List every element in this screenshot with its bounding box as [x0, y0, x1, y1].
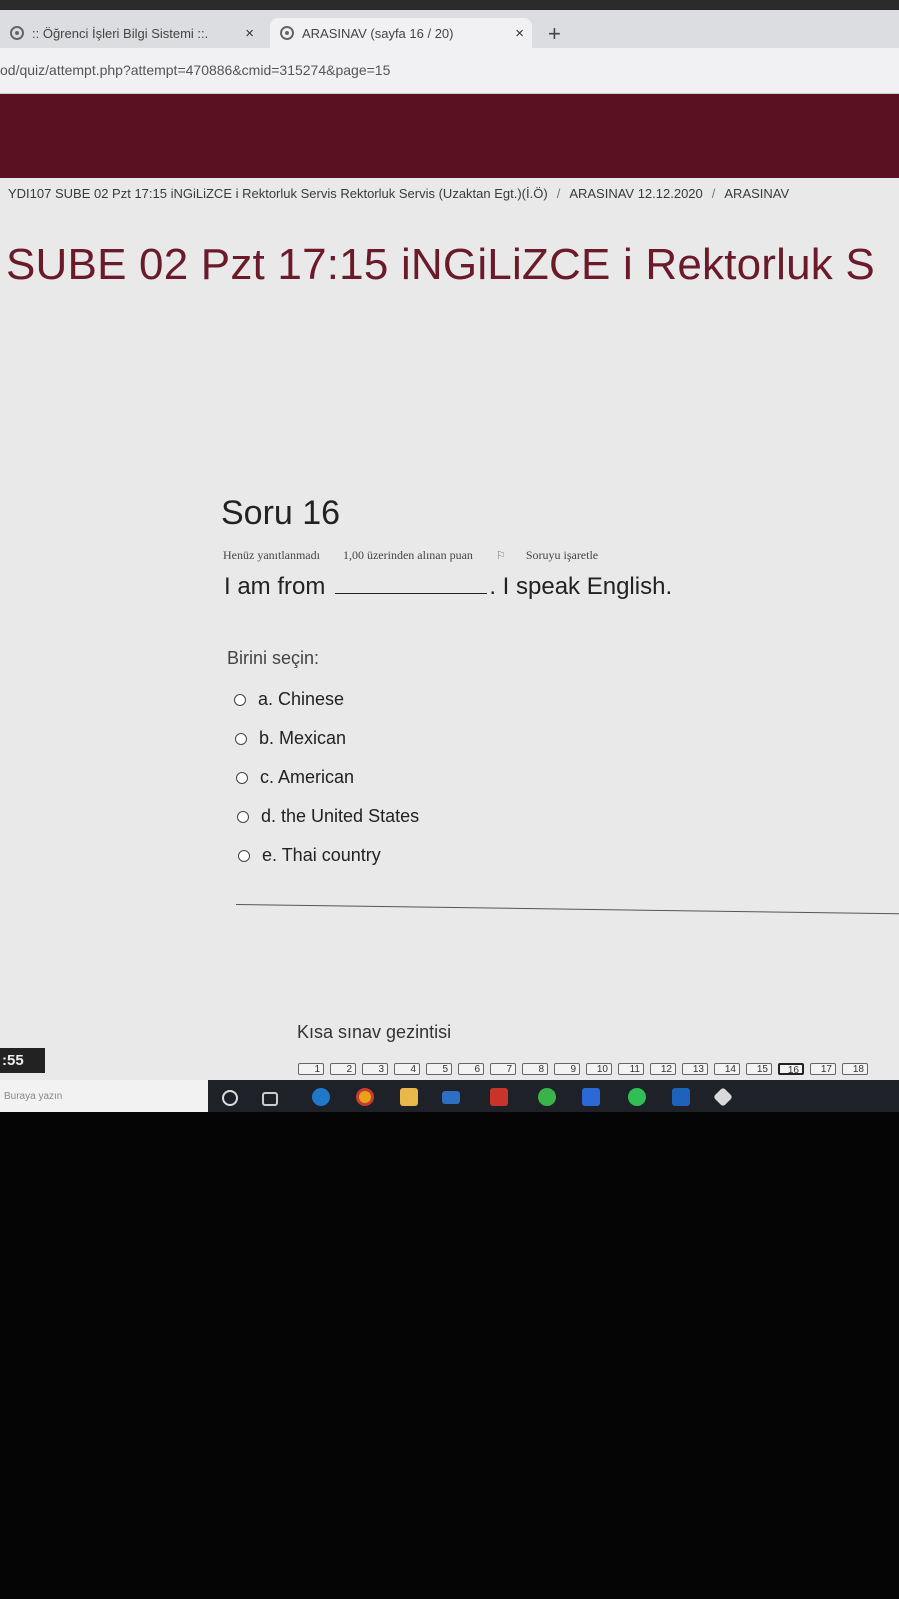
nav-page-12[interactable]: 12: [650, 1063, 676, 1075]
radio-button[interactable]: [237, 810, 249, 823]
option-label: b. Mexican: [259, 728, 347, 748]
breadcrumb-separator: /: [711, 186, 716, 201]
question-number: Soru 16: [221, 494, 341, 532]
option-d[interactable]: d. the United States: [237, 797, 419, 836]
tab-title: ARASINAV (sayfa 16 / 20): [302, 25, 454, 41]
option-label: d. the United States: [261, 806, 420, 826]
nav-page-14[interactable]: 14: [714, 1063, 740, 1075]
close-icon[interactable]: ×: [245, 25, 254, 42]
nav-page-1[interactable]: 1: [298, 1063, 324, 1075]
radio-button[interactable]: [235, 732, 247, 745]
nav-page-2[interactable]: 2: [330, 1063, 356, 1075]
close-icon[interactable]: ×: [515, 25, 524, 42]
spotify-icon[interactable]: [628, 1088, 646, 1106]
moodle-favicon-icon: [280, 26, 294, 40]
edge-icon[interactable]: [312, 1088, 330, 1106]
new-tab-button[interactable]: +: [548, 23, 561, 45]
address-bar[interactable]: od/quiz/attempt.php?attempt=470886&cmid=…: [0, 48, 899, 94]
tab-obs[interactable]: :: Öğrenci İşleri Bilgi Sistemi ::. ×: [0, 18, 262, 48]
nav-page-11[interactable]: 11: [618, 1063, 644, 1075]
flag-label: Soruyu işaretle: [525, 548, 599, 562]
page-title: SUBE 02 Pzt 17:15 iNGiLiZCE i Rektorluk …: [6, 240, 875, 289]
breadcrumb-separator: /: [556, 186, 561, 201]
office-icon[interactable]: [490, 1088, 508, 1106]
question-grade: 1,00 üzerinden alınan puan: [342, 548, 473, 562]
breadcrumb-exam[interactable]: ARASINAV 12.12.2020: [569, 186, 702, 201]
nav-page-15[interactable]: 15: [746, 1063, 772, 1075]
option-c[interactable]: c. American: [236, 758, 419, 797]
divider: [235, 904, 899, 915]
file-explorer-icon[interactable]: [400, 1088, 418, 1106]
choose-prompt: Birini seçin:: [227, 648, 320, 668]
answer-options: a. Chinese b. Mexican c. American d. the…: [234, 680, 419, 875]
question-info: Henüz yanıtlanmadı 1,00 üzerinden alınan…: [223, 548, 638, 563]
breadcrumb-quiz[interactable]: ARASINAV: [724, 186, 789, 201]
question-text: I am from . I speak English.: [224, 573, 672, 601]
windows-taskbar: Buraya yazın: [0, 1080, 899, 1112]
nav-page-16[interactable]: 16: [778, 1063, 804, 1076]
site-favicon-icon: [10, 26, 24, 40]
answer-blank: [335, 573, 488, 594]
quiz-navigation: 1 2 3 4 5 6 7 8 9 10 11 12 13 14 15 16 1…: [298, 1063, 874, 1076]
cortana-icon[interactable]: [222, 1090, 238, 1106]
nav-page-8[interactable]: 8: [522, 1063, 548, 1075]
nav-page-5[interactable]: 5: [426, 1063, 452, 1075]
breadcrumb-course[interactable]: YDI107 SUBE 02 Pzt 17:15 iNGiLiZCE i Rek…: [8, 186, 548, 201]
timer: :55: [0, 1048, 45, 1073]
option-a[interactable]: a. Chinese: [234, 680, 419, 719]
radio-button[interactable]: [234, 693, 246, 706]
option-e[interactable]: e. Thai country: [238, 836, 419, 875]
radio-button[interactable]: [236, 771, 248, 784]
site-banner: [0, 94, 899, 178]
question-status: Henüz yanıtlanmadı: [223, 548, 320, 562]
task-view-icon[interactable]: [262, 1092, 278, 1106]
option-label: a. Chinese: [258, 689, 345, 709]
quiz-navigation-title: Kısa sınav gezintisi: [297, 1022, 452, 1042]
tab-title: :: Öğrenci İşleri Bilgi Sistemi ::.: [32, 25, 209, 41]
screen: :: Öğrenci İşleri Bilgi Sistemi ::. × AR…: [0, 0, 899, 1112]
url-text: od/quiz/attempt.php?attempt=470886&cmid=…: [0, 62, 391, 78]
whatsapp-icon[interactable]: [538, 1088, 556, 1106]
nav-page-6[interactable]: 6: [458, 1063, 484, 1075]
nav-page-4[interactable]: 4: [394, 1063, 420, 1075]
outlook-icon[interactable]: [672, 1088, 690, 1106]
question-text-after: . I speak English.: [489, 573, 673, 600]
nav-page-3[interactable]: 3: [362, 1063, 388, 1075]
browser-tab-bar: :: Öğrenci İşleri Bilgi Sistemi ::. × AR…: [0, 0, 899, 48]
radio-button[interactable]: [238, 849, 250, 862]
chrome-icon[interactable]: [356, 1088, 374, 1106]
todo-icon[interactable]: [582, 1088, 600, 1106]
nav-page-18[interactable]: 18: [842, 1063, 868, 1075]
flag-icon: ⚐: [495, 550, 506, 562]
nav-page-9[interactable]: 9: [554, 1063, 580, 1075]
tab-arasinav[interactable]: ARASINAV (sayfa 16 / 20) ×: [270, 18, 532, 48]
mail-icon[interactable]: [442, 1091, 460, 1104]
taskbar-search-input[interactable]: Buraya yazın: [0, 1080, 208, 1112]
nav-page-7[interactable]: 7: [490, 1063, 516, 1075]
package-icon[interactable]: [713, 1087, 733, 1107]
option-label: c. American: [260, 767, 355, 787]
flag-question-link[interactable]: ⚐ Soruyu işaretle: [496, 548, 618, 562]
nav-page-10[interactable]: 10: [586, 1063, 612, 1075]
question-text-before: I am from: [224, 573, 326, 600]
nav-page-13[interactable]: 13: [682, 1063, 708, 1075]
option-label: e. Thai country: [262, 845, 381, 865]
option-b[interactable]: b. Mexican: [235, 719, 419, 758]
nav-page-17[interactable]: 17: [810, 1063, 836, 1075]
breadcrumb: YDI107 SUBE 02 Pzt 17:15 iNGiLiZCE i Rek…: [8, 186, 789, 201]
